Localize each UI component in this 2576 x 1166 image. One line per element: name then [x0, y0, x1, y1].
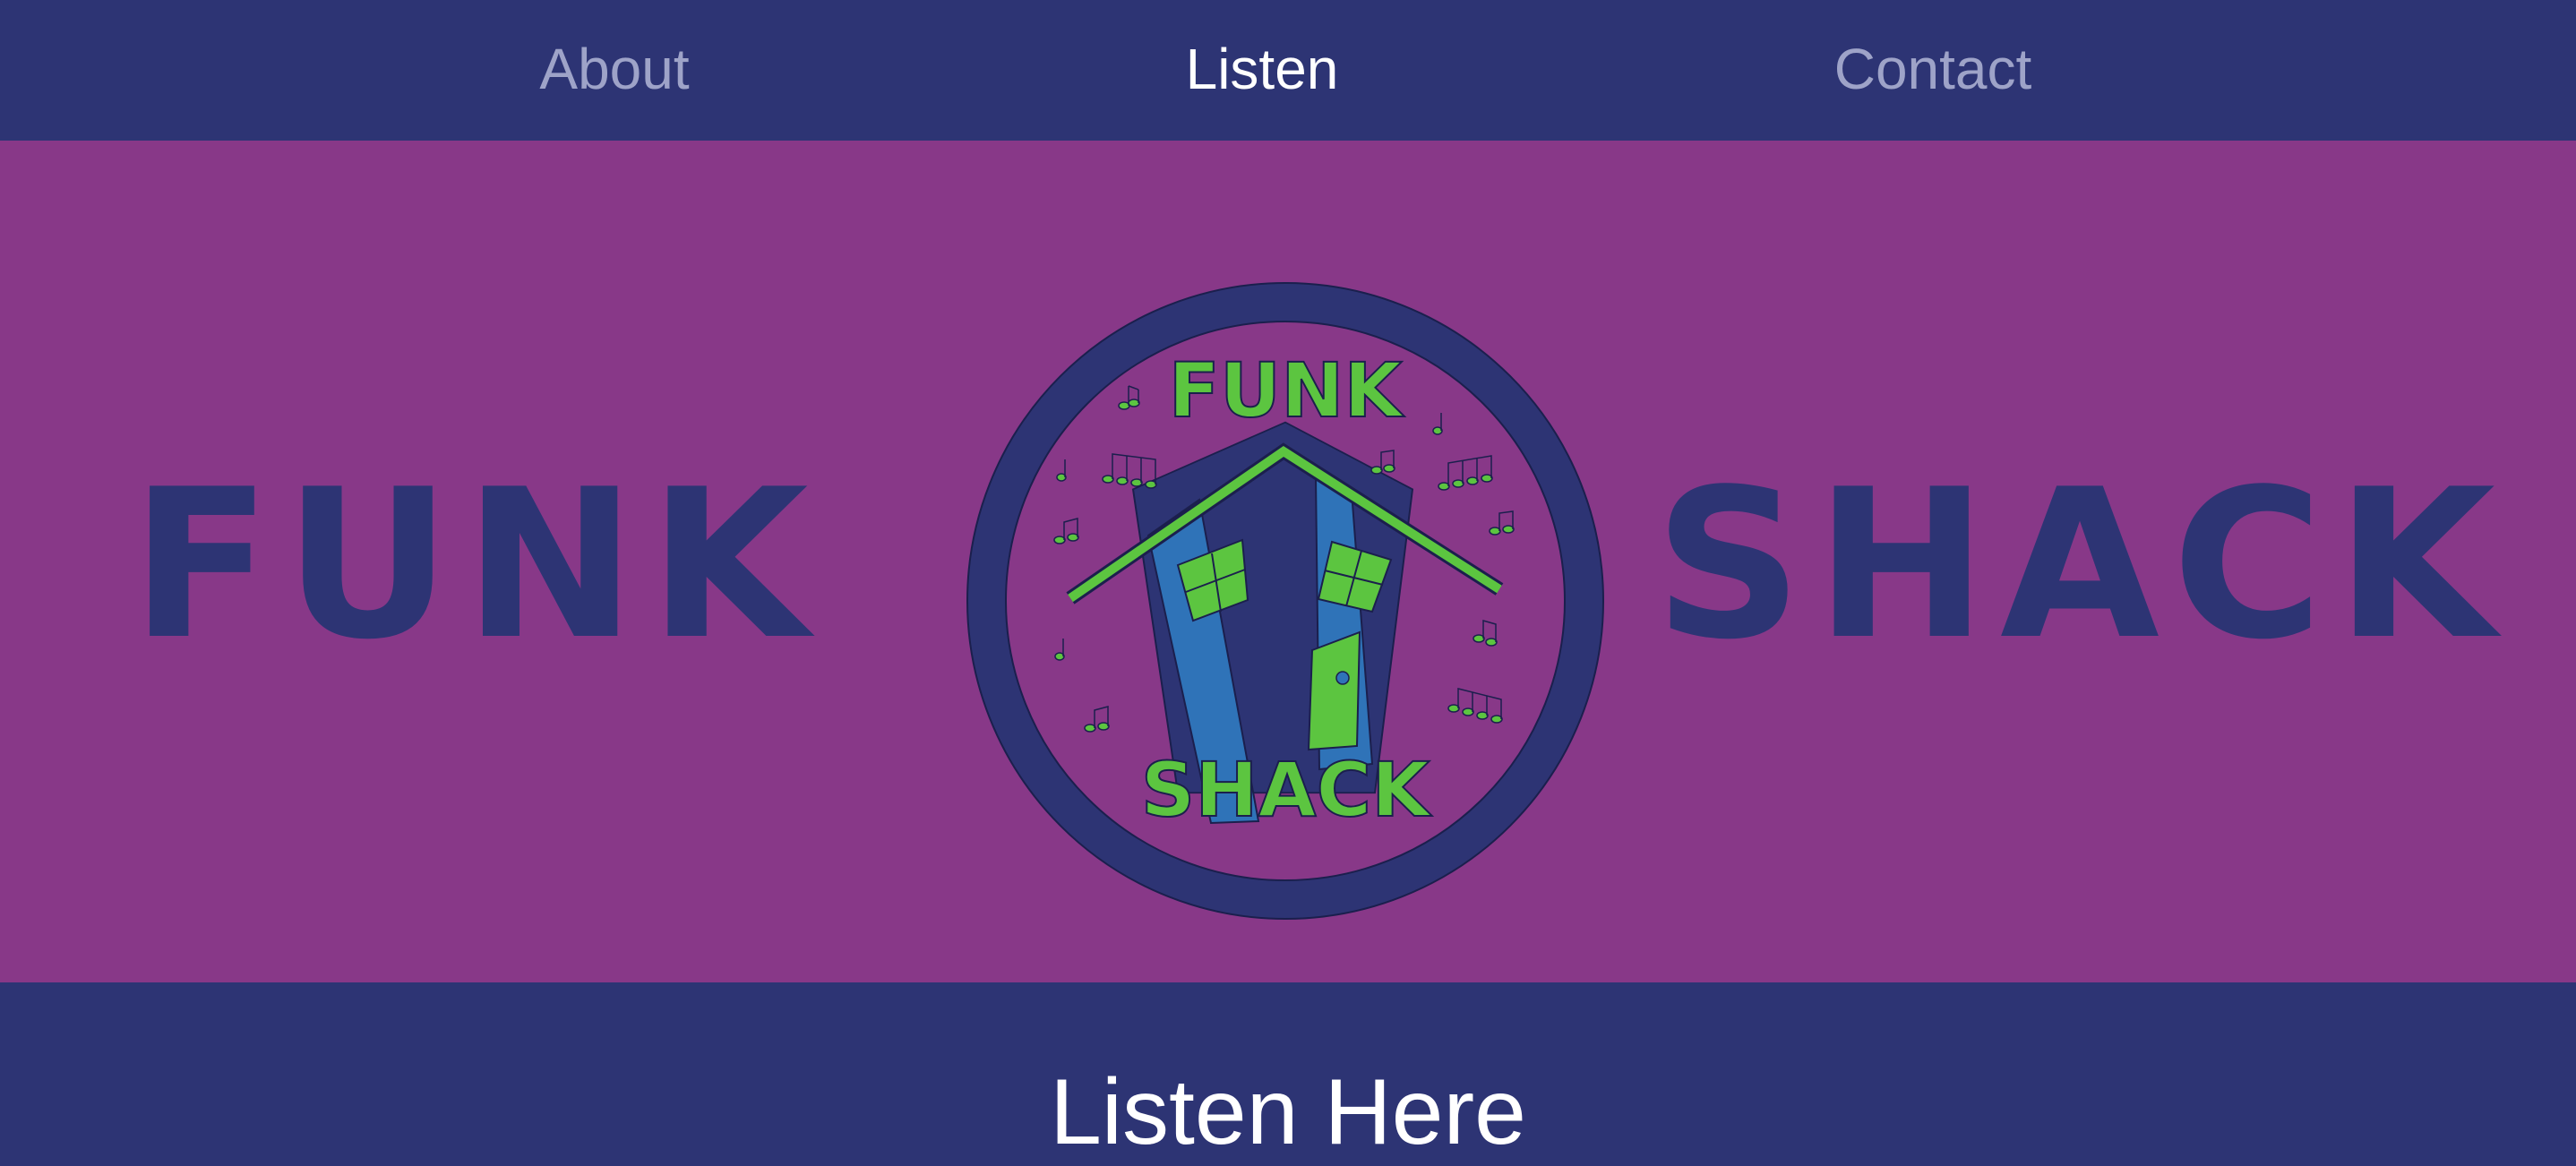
nav-link-contact[interactable]: Contact	[1834, 0, 2032, 141]
logo-text-funk: FUNK	[1169, 347, 1405, 434]
logo-text-shack: SHACK	[1141, 746, 1432, 834]
listen-section: Listen Here	[0, 982, 2576, 1166]
funk-shack-logo: FUNK SHACK	[966, 282, 1604, 920]
top-navigation: About Listen Contact	[0, 0, 2576, 141]
nav-link-listen[interactable]: Listen	[1186, 0, 1339, 141]
hero-word-funk: FUNK	[131, 446, 821, 685]
hero-banner: FUNK SHACK FUNK SHACK	[0, 141, 2576, 982]
hero-word-shack: SHACK	[1653, 446, 2508, 685]
nav-link-about[interactable]: About	[539, 0, 689, 141]
section-title: Listen Here	[1050, 1060, 1526, 1164]
